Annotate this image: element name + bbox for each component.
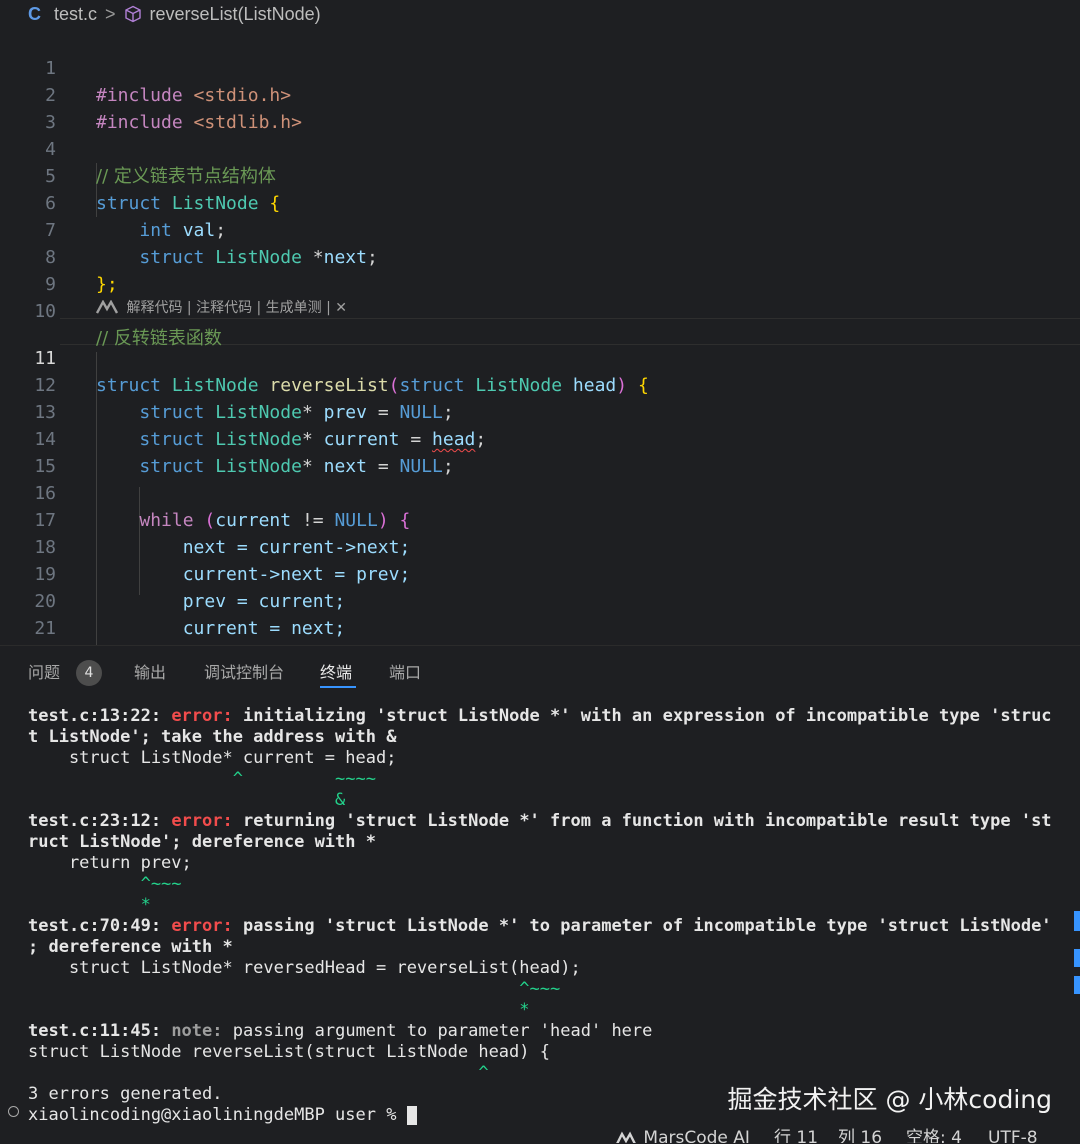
code-line: 15 [0,426,1080,477]
terminal-line: * [28,895,151,915]
code-line: 1 #include <stdio.h> [0,28,1080,106]
terminal-line: ; dereference with * [28,937,233,957]
bottom-panel: 问题 4 输出 调试控制台 终端 端口 test.c:13:22: error:… [0,645,1080,1144]
code-editor[interactable]: 1 #include <stdio.h> 2 #include <stdlib.… [0,28,1080,666]
tab-debug-console[interactable]: 调试控制台 [204,660,284,686]
active-tab-indicator [320,686,356,688]
command-status-circle-icon [8,1106,19,1117]
code-line: 5 struct ListNode { [0,136,1080,214]
status-column[interactable]: 列 16 [838,1127,882,1143]
code-line: 21 } [0,588,1080,666]
breadcrumb-separator: > [105,3,116,24]
terminal-line: struct ListNode* reversedHead = reverseL… [28,958,581,978]
code-line: 10 // 反转链表函数 [0,271,1080,349]
status-marscode[interactable]: MarsCode AI [616,1127,750,1143]
terminal-line: * [28,1000,530,1020]
breadcrumb: C test.c > reverseList(ListNode) [0,0,1080,28]
terminal-line: ruct ListNode'; dereference with * [28,832,376,852]
tab-ports[interactable]: 端口 [389,660,421,686]
terminal-line: struct ListNode reverseList(struct ListN… [28,1042,550,1062]
scrollbar-marker [1074,949,1080,967]
status-line[interactable]: 行 11 [774,1127,818,1143]
terminal-line: t ListNode'; take the address with & [28,727,397,747]
tab-problems[interactable]: 问题 [28,660,60,686]
c-file-icon: C [28,3,41,24]
terminal-line: test.c:13:22: error: initializing 'struc… [28,706,1052,726]
problems-count-badge: 4 [76,660,102,686]
terminal-output[interactable]: test.c:13:22: error: initializing 'struc… [28,706,1073,1126]
code-line: 3 [0,82,1080,133]
code-line: 16 while (current != NULL) { [0,453,1080,531]
terminal-line: test.c:11:45: note: passing argument to … [28,1021,653,1041]
terminal-line: & [28,790,346,810]
status-indent[interactable]: 空格: 4 [906,1127,962,1143]
code-line: 22 [0,615,1080,666]
code-line: 19 prev = current; [0,534,1080,612]
code-line: 18 current->next = prev; [0,507,1080,585]
terminal-cursor [406,1105,417,1125]
status-encoding[interactable]: UTF-8 [988,1127,1038,1143]
code-line: 4 // 定义链表节点结构体 [0,109,1080,187]
code-line: 6 int val; [0,163,1080,241]
terminal-line: struct ListNode* current = head; [28,748,397,768]
code-line: 12 struct ListNode* prev = NULL; [0,345,1080,423]
status-bar: MarsCode AI 行 11 列 16 空格: 4 UTF-8 [0,1127,1080,1143]
terminal-line: ^~~~ [28,874,182,894]
terminal-line: test.c:70:49: error: passing 'struct Lis… [28,916,1052,936]
watermark: 掘金技术社区 @ 小林coding [727,1085,1052,1114]
marscode-logo-icon [616,1131,636,1143]
code-line: 8 }; [0,217,1080,295]
panel-tabs: 问题 4 输出 调试控制台 终端 端口 [0,646,1080,698]
breadcrumb-symbol[interactable]: reverseList(ListNode) [150,4,321,25]
ai-codelens[interactable]: 解释代码 | 注释代码 | 生成单测 | ✕ [95,298,347,318]
code-line: 17 next = current->next; [0,480,1080,558]
symbol-cube-icon [124,5,141,23]
tab-output[interactable]: 输出 [134,660,166,686]
terminal-line: return prev; [28,853,192,873]
code-line: 2 #include <stdlib.h> [0,55,1080,133]
code-line: 20 current = next; [0,561,1080,639]
code-line: 7 struct ListNode *next; [0,190,1080,268]
codelens-actions[interactable]: 解释代码 | 注释代码 | 生成单测 | ✕ [126,300,347,316]
terminal-line: test.c:23:12: error: returning 'struct L… [28,811,1052,831]
code-line: 14 struct ListNode* next = NULL; [0,399,1080,477]
breadcrumb-file[interactable]: test.c [54,4,97,25]
tab-terminal[interactable]: 终端 [320,660,352,686]
scrollbar-marker [1074,976,1080,994]
terminal-line: ^ ~~~~ [28,769,376,789]
code-line-current: 11 struct ListNode reverseList(struct Li… [0,318,1080,396]
terminal-line: ^~~~ [28,979,561,999]
code-line: 9 [0,244,1080,295]
marscode-logo-icon [95,299,119,314]
scrollbar-marker [1074,911,1080,931]
code-line: 13 struct ListNode* current = head; [0,372,1080,450]
